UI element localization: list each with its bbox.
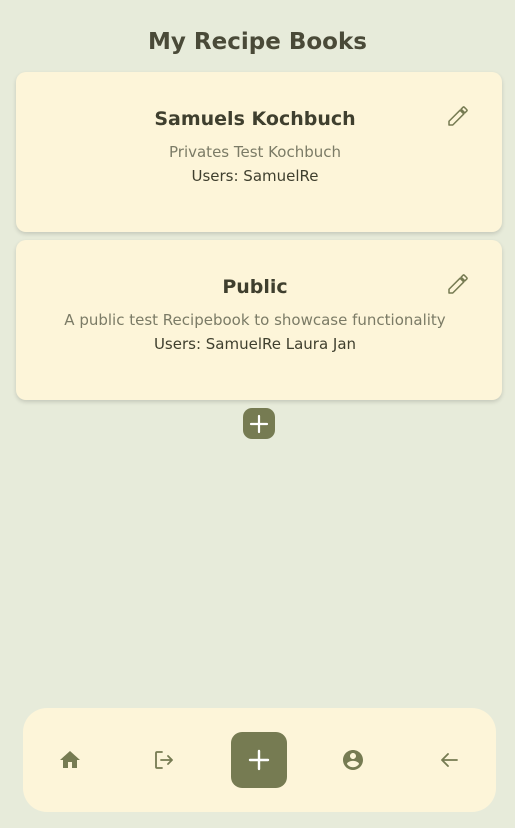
book-description: Privates Test Kochbuch xyxy=(169,143,341,161)
bottom-navigation-bar xyxy=(23,708,496,812)
nav-home-button[interactable] xyxy=(58,748,82,772)
plus-icon xyxy=(248,749,270,771)
recipe-book-card[interactable]: Public A public test Recipebook to showc… xyxy=(16,240,502,400)
book-title: Samuels Kochbuch xyxy=(154,108,356,130)
nav-profile-button[interactable] xyxy=(341,748,365,772)
book-description: A public test Recipebook to showcase fun… xyxy=(64,311,446,329)
pencil-icon xyxy=(448,274,468,294)
edit-book-button[interactable] xyxy=(446,104,470,128)
home-icon xyxy=(60,751,80,768)
nav-back-button[interactable] xyxy=(437,748,461,772)
nav-logout-button[interactable] xyxy=(152,748,176,772)
plus-icon xyxy=(249,414,269,433)
logout-icon xyxy=(155,751,173,769)
recipe-book-card[interactable]: Samuels Kochbuch Privates Test Kochbuch … xyxy=(16,72,502,232)
book-users: Users: SamuelRe xyxy=(191,167,319,185)
book-users: Users: SamuelRe Laura Jan xyxy=(153,335,357,353)
nav-add-button[interactable] xyxy=(231,732,287,788)
account-circle-icon xyxy=(343,750,363,770)
pencil-icon xyxy=(448,106,468,126)
book-title: Public xyxy=(222,276,288,298)
page-title: My Recipe Books xyxy=(148,29,367,55)
edit-book-button[interactable] xyxy=(446,272,470,296)
arrow-left-icon xyxy=(441,753,458,767)
add-book-button[interactable] xyxy=(243,408,275,439)
